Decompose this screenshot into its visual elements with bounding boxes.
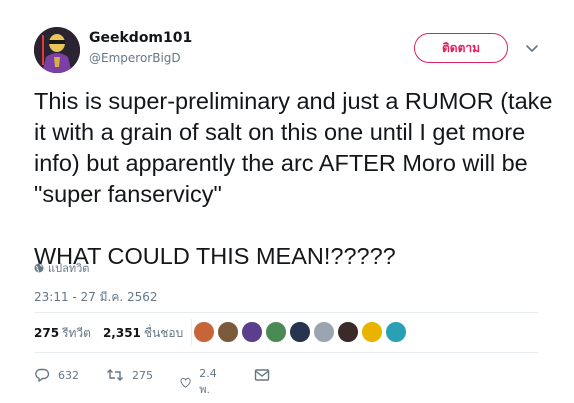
liker-avatar[interactable] [361, 321, 383, 343]
liker-avatar[interactable] [217, 321, 239, 343]
tweet-stats: 275 รีทวีต 2,351 ชื่นชอบ [34, 324, 195, 343]
tweet-card: Geekdom101 @EmperorBigD ติดตาม This is s… [0, 0, 574, 403]
reply-icon [35, 368, 50, 382]
globe-icon [34, 263, 44, 273]
direct-message-button[interactable] [254, 367, 278, 383]
retweet-icon [107, 369, 123, 381]
chevron-down-icon[interactable] [524, 40, 540, 56]
liker-avatar[interactable] [337, 321, 359, 343]
reply-button[interactable]: 632 [34, 367, 79, 383]
reply-count: 632 [58, 368, 79, 382]
retweet-button[interactable]: 275 [106, 367, 153, 383]
translate-link[interactable]: แปลทวิต [34, 259, 89, 277]
liker-avatar[interactable] [313, 321, 335, 343]
divider [34, 312, 538, 313]
avatar[interactable] [34, 27, 80, 73]
like-stat-label: ชื่นชอบ [143, 326, 184, 340]
like-count: 2,351 [102, 326, 141, 340]
divider [34, 352, 538, 353]
liker-avatars [191, 321, 407, 343]
liker-avatar[interactable] [265, 321, 287, 343]
envelope-icon [254, 369, 270, 381]
like-action-count: 2.4 พ. [199, 367, 217, 396]
retweet-count: 275 [34, 326, 60, 340]
liker-avatar[interactable] [385, 321, 407, 343]
liker-avatar[interactable] [241, 321, 263, 343]
follow-button[interactable]: ติดตาม [414, 33, 508, 63]
translate-label: แปลทวิต [48, 262, 90, 275]
author-name[interactable]: Geekdom101 [89, 30, 192, 46]
liker-avatar[interactable] [193, 321, 215, 343]
like-stat[interactable]: 2,351 ชื่นชอบ [103, 324, 183, 343]
tweet-text: This is super-preliminary and just a RUM… [34, 88, 553, 269]
like-button[interactable]: 2.4 พ. [180, 367, 222, 398]
avatar-image-icon [34, 27, 80, 73]
retweet-stat-label: รีทวีต [62, 326, 91, 340]
author-handle[interactable]: @EmperorBigD [89, 51, 181, 65]
liker-avatar[interactable] [289, 321, 311, 343]
retweet-action-count: 275 [132, 368, 153, 382]
tweet-timestamp[interactable]: 23:11 - 27 มี.ค. 2562 [34, 288, 158, 307]
heart-icon [180, 377, 191, 388]
retweet-stat[interactable]: 275 รีทวีต [34, 324, 91, 343]
